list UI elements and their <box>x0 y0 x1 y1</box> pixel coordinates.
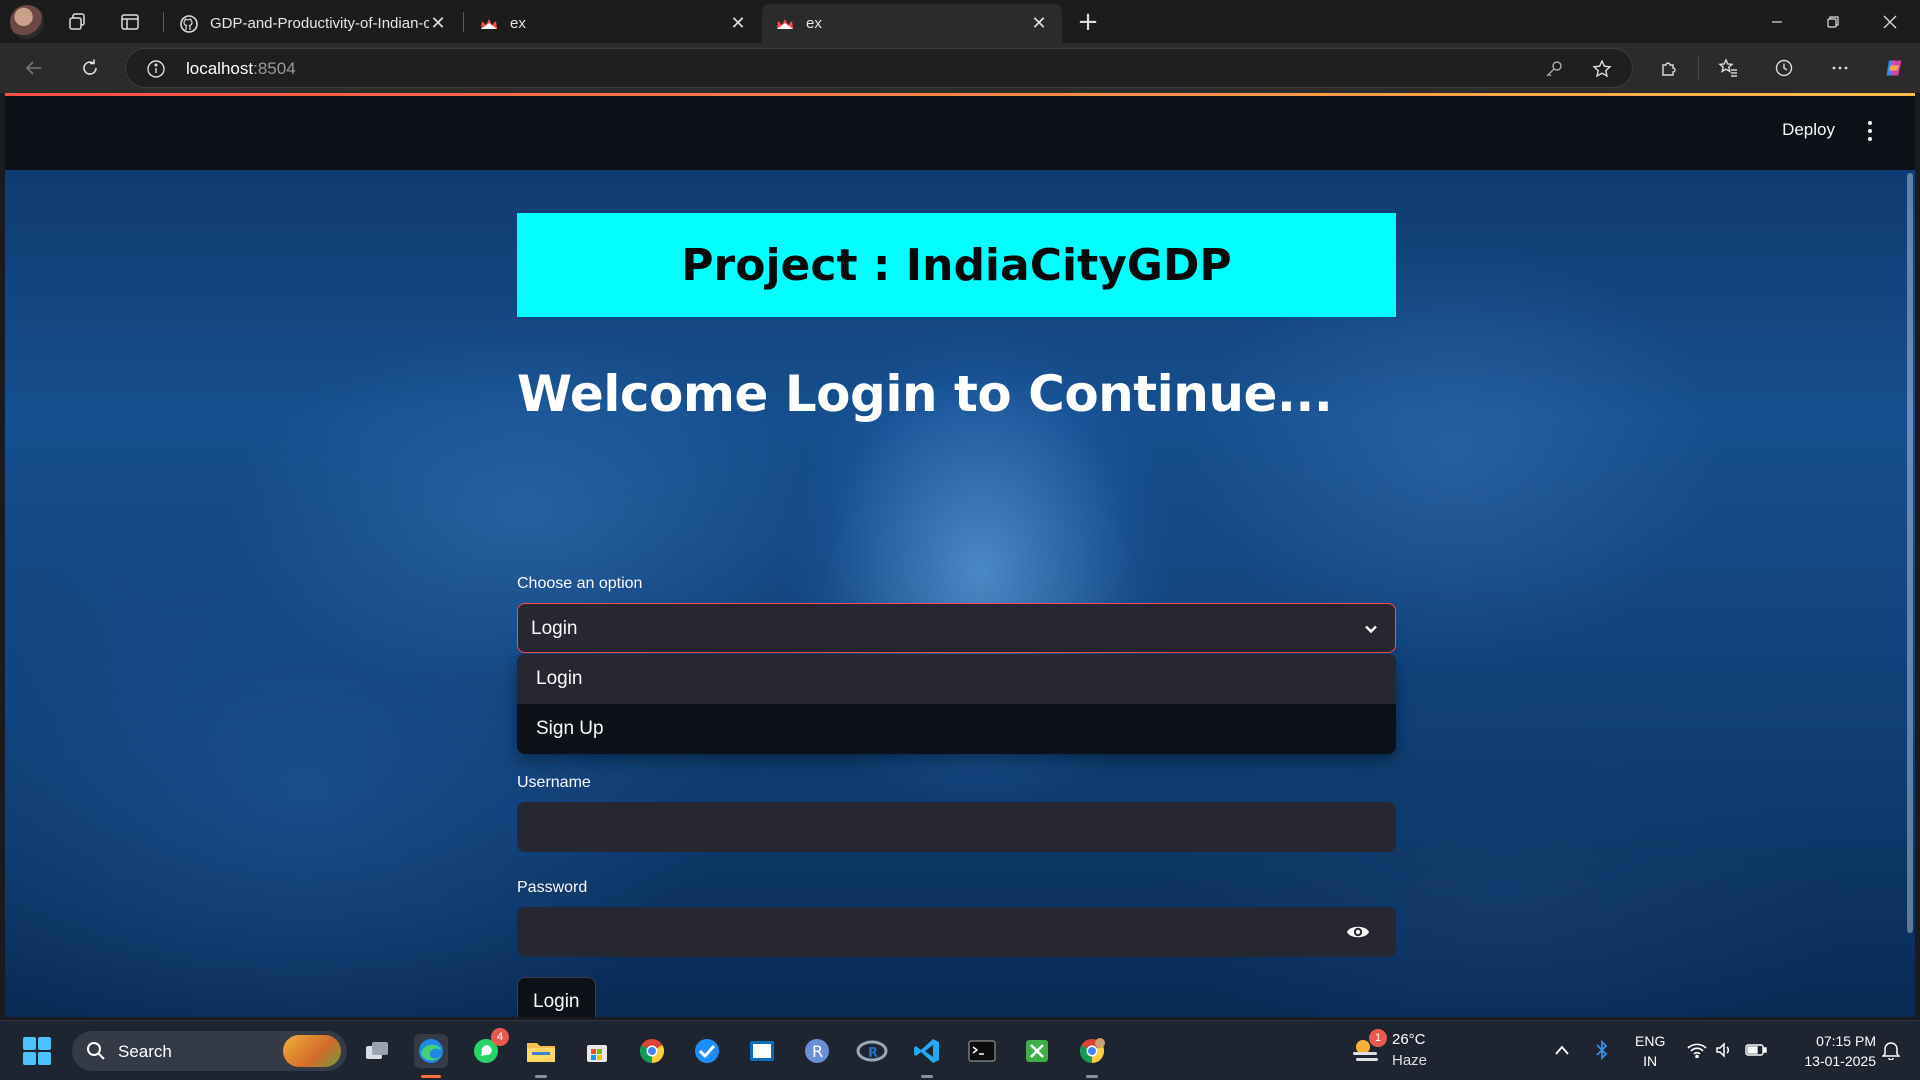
whatsapp-icon[interactable]: 4 <box>469 1028 509 1068</box>
weather-temperature[interactable]: 26°C <box>1392 1031 1426 1048</box>
extensions-icon[interactable] <box>1653 53 1685 83</box>
minimize-icon[interactable] <box>1749 0 1805 43</box>
scrollbar[interactable] <box>1907 173 1913 933</box>
weather-badge: 1 <box>1369 1029 1387 1047</box>
search-icon <box>87 1042 105 1060</box>
volume-icon[interactable] <box>1714 1039 1736 1061</box>
notifications-bell-icon[interactable] <box>1880 1039 1902 1061</box>
bluetooth-icon[interactable] <box>1591 1039 1613 1061</box>
restore-icon[interactable] <box>1805 0 1861 43</box>
url-text: localhost:8504 <box>186 59 296 78</box>
wifi-icon[interactable] <box>1686 1039 1708 1061</box>
key-icon[interactable] <box>1544 59 1564 79</box>
system-clock[interactable]: 07:15 PM 13-01-2025 <box>1786 1031 1876 1071</box>
dropdown-option-login[interactable]: Login <box>517 654 1396 704</box>
app-header: Deploy <box>5 96 1915 170</box>
tab-title: ex <box>806 15 822 32</box>
rstudio-icon[interactable]: R <box>855 1034 889 1068</box>
file-explorer-icon[interactable] <box>524 1034 558 1078</box>
task-view-icon[interactable] <box>360 1034 394 1068</box>
project-banner: Project : IndiaCityGDP <box>517 213 1396 317</box>
password-label: Password <box>517 879 588 896</box>
r-app-icon[interactable]: R <box>800 1034 834 1068</box>
dropdown-option-sign-up[interactable]: Sign Up <box>517 704 1396 754</box>
streamlit-crown-icon <box>776 15 794 33</box>
vscode-icon[interactable] <box>910 1034 944 1078</box>
search-label: Search <box>118 1042 172 1061</box>
svg-text:R: R <box>868 1046 878 1061</box>
more-menu-icon[interactable] <box>1824 53 1856 83</box>
windows-taskbar: Search 4 R R 1 26°C Haze ENG IN 07:15 PM… <box>0 1020 1920 1080</box>
streamlit-crown-icon <box>480 15 498 33</box>
profile-avatar[interactable] <box>10 5 44 39</box>
select-label: Choose an option <box>517 575 643 592</box>
microsoft-store-icon[interactable] <box>580 1034 614 1068</box>
login-button[interactable]: Login <box>517 977 596 1017</box>
show-hidden-icons-chevron-up-icon[interactable] <box>1551 1039 1573 1061</box>
new-tab-button[interactable]: + <box>1074 7 1102 37</box>
edge-browser-icon[interactable] <box>414 1034 448 1078</box>
deploy-button[interactable]: Deploy <box>1782 120 1835 140</box>
username-label: Username <box>517 774 591 791</box>
address-bar[interactable]: localhost:8504 <box>125 48 1633 88</box>
github-icon <box>180 14 198 33</box>
whiteboard-icon[interactable] <box>745 1034 779 1068</box>
password-input[interactable] <box>517 907 1396 957</box>
back-arrow-icon[interactable] <box>18 53 50 83</box>
tab-github[interactable]: GDP-and-Productivity-of-Indian-c ✕ <box>166 4 461 43</box>
tab-ex-active[interactable]: ex ✕ <box>762 4 1062 43</box>
username-input[interactable] <box>517 802 1396 852</box>
checkmark-app-icon[interactable] <box>690 1034 724 1068</box>
browser-toolbar: localhost:8504 <box>0 43 1920 93</box>
main-menu-icon[interactable] <box>1863 118 1877 144</box>
streamlit-app: Deploy Project : IndiaCityGDP Welcome Lo… <box>5 93 1915 1017</box>
chrome-profile-icon[interactable] <box>1075 1034 1109 1078</box>
favorites-icon[interactable] <box>1712 53 1744 83</box>
select-value: Login <box>531 618 578 639</box>
favorite-star-icon[interactable] <box>1592 59 1612 79</box>
tab-title: ex <box>510 15 526 32</box>
select-dropdown-menu: Login Sign Up <box>517 654 1396 754</box>
refresh-icon[interactable] <box>74 53 106 83</box>
search-highlight-illustration <box>283 1035 341 1067</box>
svg-text:R: R <box>812 1042 823 1061</box>
option-select[interactable]: Login <box>517 603 1396 653</box>
show-password-eye-icon[interactable] <box>1346 922 1370 942</box>
close-tab-icon[interactable]: ✕ <box>1030 13 1048 33</box>
taskbar-search[interactable]: Search <box>72 1031 347 1071</box>
tab-ex-1[interactable]: ex ✕ <box>466 4 761 43</box>
chevron-down-icon <box>1365 625 1377 634</box>
close-window-icon[interactable] <box>1862 0 1918 43</box>
browser-tab-strip: GDP-and-Productivity-of-Indian-c ✕ ex ✕ … <box>0 0 1920 43</box>
weather-description[interactable]: Haze <box>1392 1052 1427 1069</box>
snipping-tool-icon[interactable] <box>1020 1034 1054 1068</box>
copilot-icon[interactable] <box>1878 53 1910 83</box>
main-content: Project : IndiaCityGDP Welcome Login to … <box>517 213 1396 1017</box>
tab-title: GDP-and-Productivity-of-Indian-c <box>210 15 429 32</box>
language-indicator[interactable]: ENG IN <box>1635 1031 1665 1071</box>
site-info-icon[interactable] <box>146 59 166 79</box>
vertical-tabs-icon[interactable] <box>117 9 143 35</box>
battery-icon[interactable] <box>1745 1039 1767 1061</box>
workspaces-icon[interactable] <box>64 9 90 35</box>
history-icon[interactable] <box>1768 53 1800 83</box>
welcome-heading: Welcome Login to Continue... <box>517 365 1333 423</box>
notification-badge: 4 <box>491 1028 509 1046</box>
chrome-icon[interactable] <box>635 1034 669 1068</box>
close-tab-icon[interactable]: ✕ <box>729 13 747 33</box>
banner-title: Project : IndiaCityGDP <box>681 239 1232 291</box>
terminal-icon[interactable] <box>965 1034 999 1068</box>
windows-start-icon[interactable] <box>23 1037 51 1065</box>
close-tab-icon[interactable]: ✕ <box>429 13 447 33</box>
